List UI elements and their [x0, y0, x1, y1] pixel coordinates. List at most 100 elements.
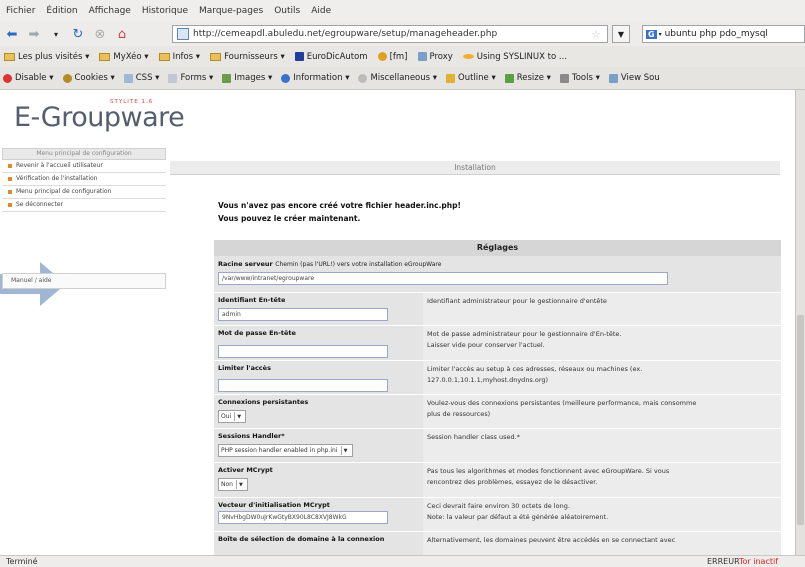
stop-icon[interactable]: ⊗	[90, 24, 110, 44]
limit-access-desc-2: 127.0.0.1,10.1.1,myhost.dnydns.org)	[427, 376, 549, 384]
dev-information[interactable]: Information ▾	[281, 73, 349, 83]
dev-tools[interactable]: Tools ▾	[559, 73, 600, 83]
history-dropdown-icon[interactable]: ▾	[46, 24, 66, 44]
dev-view-source[interactable]: View Sou	[608, 73, 660, 83]
header-password-label: Mot de passe En-tête	[218, 329, 296, 337]
eurodic-icon	[294, 52, 304, 61]
bookmark-myxeo[interactable]: MyXéo ▾	[99, 52, 149, 62]
header-password-desc: Mot de passe administrateur pour le gest…	[427, 330, 622, 338]
message-no-header: Vous n'avez pas encore créé votre fichie…	[218, 201, 461, 210]
dev-outline[interactable]: Outline ▾	[446, 73, 496, 83]
css-icon	[123, 73, 133, 83]
root-label: Racine serveur	[218, 260, 273, 268]
search-box[interactable]: G ▾ ubuntu php pdo_mysql	[642, 25, 805, 43]
url-dropdown-icon[interactable]: ▼	[612, 25, 630, 43]
dev-resize[interactable]: Resize ▾	[504, 73, 551, 83]
dev-forms[interactable]: Forms ▾	[168, 73, 213, 83]
server-root-input[interactable]: /var/www/intranet/egroupware	[218, 272, 668, 285]
sidebar-item-check-install[interactable]: Vérification de l'installation	[2, 173, 166, 186]
google-icon[interactable]: G	[646, 29, 657, 39]
forward-icon[interactable]: ➡	[24, 24, 44, 44]
table-row: Connexions persistantes Oui ▼ Voulez-vous …	[214, 395, 781, 429]
header-password-input[interactable]	[218, 345, 388, 358]
vertical-scrollbar[interactable]	[795, 90, 805, 555]
bookmarks-toolbar: Les plus visités ▾ MyXéo ▾ Infos ▾ Fourn…	[0, 46, 805, 67]
mcrypt-select[interactable]: Non ▼	[218, 478, 248, 491]
bookmark-eurodicautom[interactable]: EuroDicAutom	[294, 52, 368, 62]
bookmark-infos[interactable]: Infos ▾	[158, 52, 200, 62]
table-row: Activer MCrypt Non ▼ Pas tous les algorith…	[214, 463, 781, 498]
bookmark-most-visited[interactable]: Les plus visités ▾	[4, 52, 89, 62]
session-handler-label: Sessions Handler*	[218, 432, 285, 440]
table-row: Limiter l'accès Limiter l'accès au setup…	[214, 361, 781, 395]
dev-css[interactable]: CSS ▾	[123, 73, 159, 83]
chevron-down-icon: ▼	[234, 412, 243, 421]
bullet-icon	[8, 177, 12, 181]
dev-disable[interactable]: Disable ▾	[3, 73, 54, 83]
address-bar[interactable]: http://cemeapdl.abuledu.net/egroupware/s…	[172, 25, 608, 43]
folder-icon	[99, 52, 111, 61]
dev-images[interactable]: Images ▾	[222, 73, 272, 83]
chevron-down-icon: ▼	[340, 446, 350, 455]
setup-sidebar: Menu principal de configuration Revenir …	[2, 148, 166, 212]
table-row: Mot de passe En-tête Mot de passe admini…	[214, 326, 781, 361]
menu-edition[interactable]: Édition	[46, 6, 77, 16]
dev-cookies[interactable]: Cookies ▾	[62, 73, 115, 83]
back-icon[interactable]: ⬅	[2, 24, 22, 44]
status-text: Terminé	[6, 557, 38, 566]
menu-affichage[interactable]: Affichage	[89, 6, 131, 16]
menu-aide[interactable]: Aide	[311, 6, 331, 16]
mcrypt-iv-input[interactable]: 9NvHbgDW0uJrKwGtyBX90L8C8XVJ8WkG	[218, 511, 388, 524]
persistent-select[interactable]: Oui ▼	[218, 410, 247, 423]
persistent-label: Connexions persistantes	[218, 398, 309, 406]
table-row: Racine serveur Chemin (pas l'URL!) vers …	[214, 256, 781, 293]
sidebar-item-logout[interactable]: Se déconnecter	[2, 199, 166, 212]
domain-select-desc: Alternativement, les domaines peuvent êt…	[427, 536, 676, 544]
session-handler-select[interactable]: PHP session handler enabled in php.ini ▼	[218, 444, 353, 457]
menu-outils[interactable]: Outils	[274, 6, 300, 16]
menu-historique[interactable]: Historique	[142, 6, 188, 16]
persistent-desc-2: plus de ressources)	[427, 410, 491, 418]
bookmark-star-icon[interactable]: ☆	[591, 28, 601, 41]
cookie-icon	[62, 73, 72, 83]
menu-fichier[interactable]: Fichier	[6, 6, 35, 16]
mcrypt-iv-desc: Ceci devrait faire environ 30 octets de …	[427, 502, 570, 510]
sidebar-item-manual[interactable]: Manuel / aide	[2, 273, 166, 289]
bookmark-syslinux[interactable]: Using SYSLINUX to ...	[462, 52, 567, 62]
header-admin-label: Identifiant En-tête	[218, 296, 286, 304]
main-heading: Installation	[170, 161, 780, 175]
status-error[interactable]: ERREUR	[707, 557, 740, 566]
bullet-icon	[8, 164, 12, 168]
status-tor[interactable]: Tor inactif	[739, 557, 778, 566]
mcrypt-desc: Pas tous les algorithmes et modes foncti…	[427, 467, 670, 475]
table-row: Identifiant En-tête admin Identifiant adm…	[214, 293, 781, 326]
browser-window: Fichier Édition Affichage Historique Mar…	[0, 0, 805, 567]
limit-access-input[interactable]	[218, 379, 388, 392]
page-content: STYLITE 1.6 E-Groupware Menu principal d…	[0, 90, 795, 555]
scrollbar-thumb[interactable]	[797, 315, 804, 525]
bookmark-fournisseurs[interactable]: Fournisseurs ▾	[210, 52, 285, 62]
forms-icon	[168, 73, 178, 83]
sidebar-item-home[interactable]: Revenir à l'accueil utilisateur	[2, 160, 166, 173]
menu-marque-pages[interactable]: Marque-pages	[199, 6, 263, 16]
table-row: Boîte de sélection de domaine à la conne…	[214, 532, 781, 555]
view-source-icon	[608, 73, 618, 83]
status-bar: Terminé ERREUR Tor inactif	[0, 555, 805, 567]
home-icon[interactable]: ⌂	[112, 24, 132, 44]
dev-miscellaneous[interactable]: Miscellaneous ▾	[358, 73, 437, 83]
reload-icon[interactable]: ↻	[68, 24, 88, 44]
header-admin-input[interactable]: admin	[218, 308, 388, 321]
miscellaneous-icon	[358, 73, 368, 83]
header-admin-desc: Identifiant administrateur pour le gesti…	[427, 297, 607, 305]
table-row: Sessions Handler* PHP session handler ena…	[214, 429, 781, 463]
mcrypt-desc-2: rencontrez des problèmes, essayez de le …	[427, 478, 598, 486]
disable-icon	[3, 73, 12, 83]
search-engine-dropdown-icon[interactable]: ▾	[659, 31, 662, 38]
syslinux-icon	[462, 54, 474, 59]
bookmark-proxy[interactable]: Proxy	[417, 52, 453, 62]
folder-icon	[158, 52, 170, 61]
bookmark-fm[interactable]: [fm]	[377, 52, 408, 62]
search-text: ubuntu php pdo_mysql	[664, 29, 768, 39]
sidebar-item-main-menu[interactable]: Menu principal de configuration	[2, 186, 166, 199]
tools-icon	[559, 73, 569, 83]
